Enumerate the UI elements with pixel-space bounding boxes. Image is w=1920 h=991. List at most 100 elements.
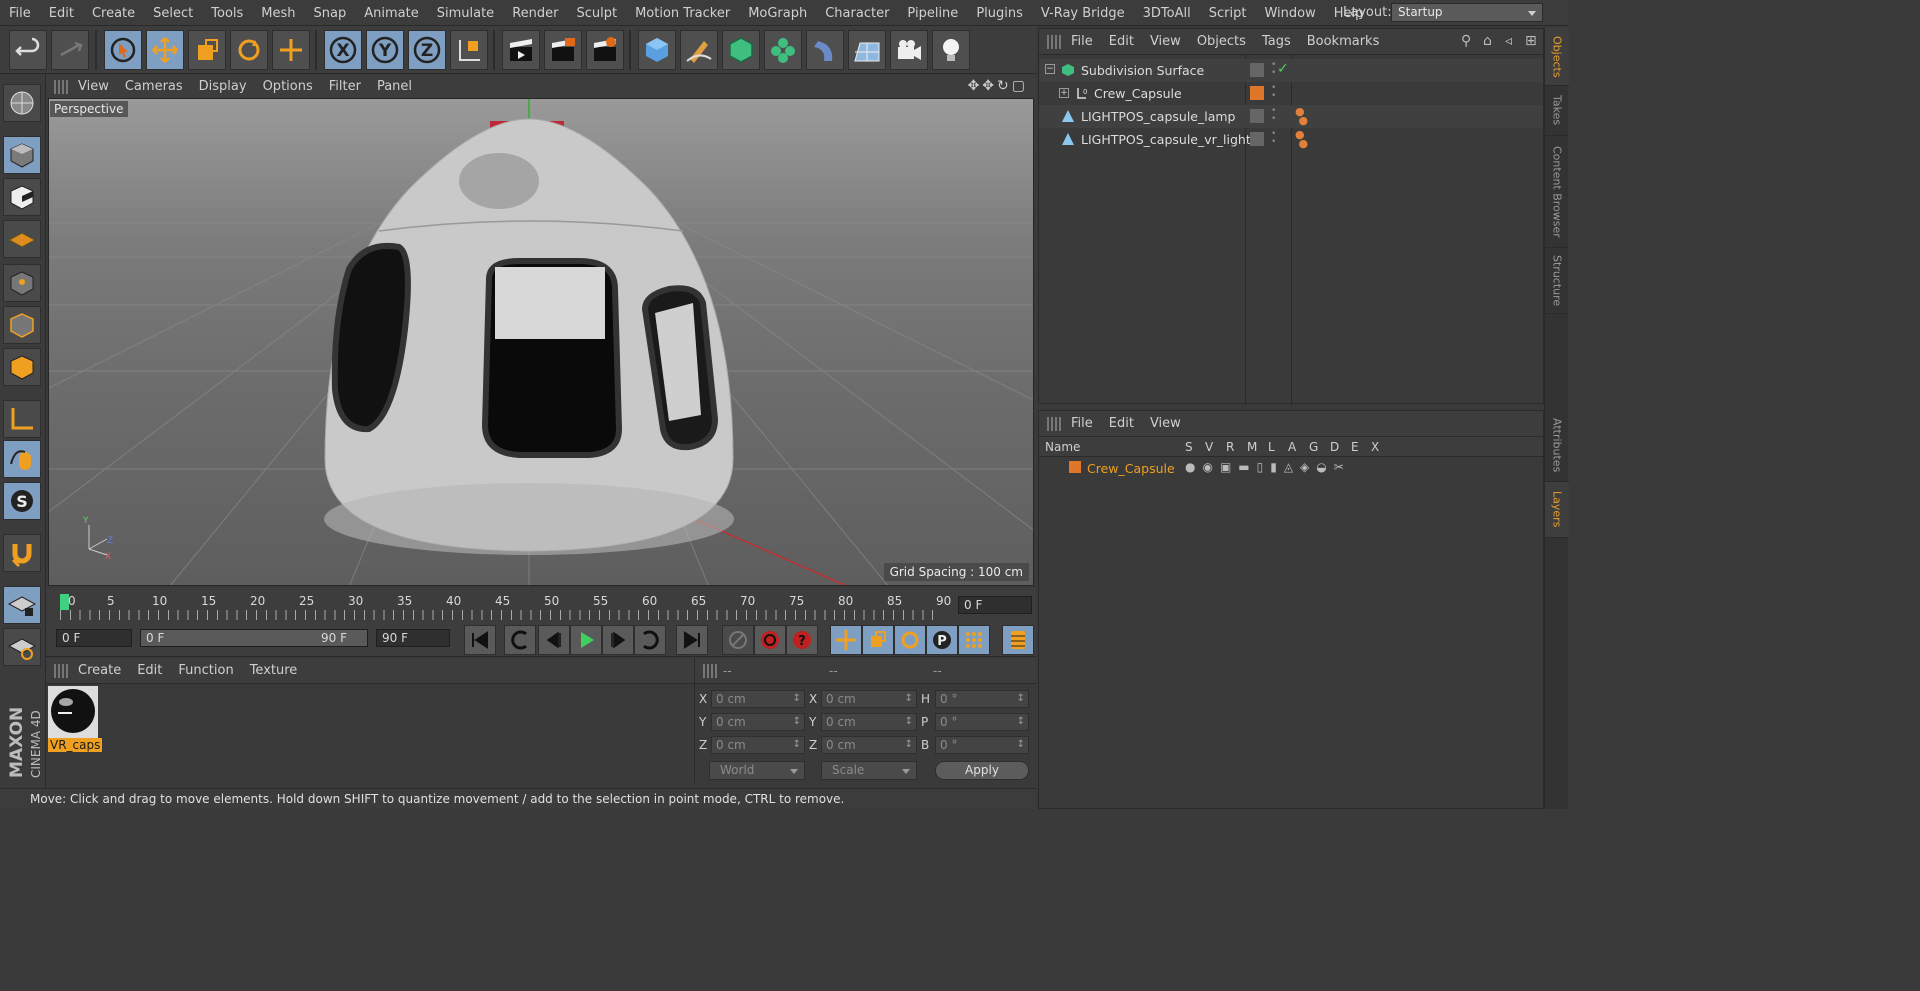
menu-sculpt[interactable]: Sculpt: [567, 6, 626, 21]
layer-toggle-icons[interactable]: ●◉▣▬▯▮◬◈◒✂: [1185, 460, 1351, 474]
layer-name[interactable]: Crew_Capsule: [1087, 461, 1175, 476]
material-menu-create[interactable]: Create: [78, 663, 121, 678]
layers-menu-view[interactable]: View: [1150, 416, 1181, 431]
keyframe-selection-button[interactable]: ?: [786, 625, 818, 655]
key-rotation-button[interactable]: [894, 625, 926, 655]
visibility-dots[interactable]: • •: [1271, 61, 1276, 78]
object-row[interactable]: − Subdivision Surface • • ✓: [1039, 59, 1543, 82]
transform-tool-button[interactable]: [272, 30, 310, 70]
column-locked[interactable]: L: [1268, 440, 1275, 454]
x-axis-button[interactable]: X: [324, 30, 362, 70]
end-frame-field[interactable]: 90 F: [376, 629, 450, 647]
timeline-ruler[interactable]: 0 5 10 15 20 25 30 35 40 45 50 55 60 65 …: [60, 592, 951, 620]
object-row[interactable]: + 0 Crew_Capsule • •: [1039, 82, 1543, 105]
rotation-b-field[interactable]: 0 °: [935, 736, 1029, 754]
model-mode-button[interactable]: [3, 136, 41, 174]
menu-mograph[interactable]: MoGraph: [739, 6, 816, 21]
objects-menu-file[interactable]: File: [1071, 34, 1093, 49]
menu-script[interactable]: Script: [1200, 6, 1256, 21]
menu-plugins[interactable]: Plugins: [967, 6, 1032, 21]
new-panel-icon[interactable]: ⊞: [1525, 33, 1537, 49]
material-menu-edit[interactable]: Edit: [137, 663, 162, 678]
tweak-mode-button[interactable]: [3, 440, 41, 478]
record-key-button[interactable]: [722, 625, 754, 655]
menu-simulate[interactable]: Simulate: [428, 6, 503, 21]
key-parameter-button[interactable]: P: [926, 625, 958, 655]
tab-objects[interactable]: Objects: [1545, 28, 1569, 86]
position-z-field[interactable]: 0 cm: [711, 736, 805, 754]
size-x-field[interactable]: 0 cm: [821, 690, 917, 708]
subdivision-button[interactable]: [722, 30, 760, 70]
menu-character[interactable]: Character: [816, 6, 898, 21]
next-frame-button[interactable]: [602, 625, 634, 655]
column-render[interactable]: R: [1226, 440, 1234, 454]
tag-icon[interactable]: ● ●: [1295, 129, 1308, 149]
menu-3dtoall[interactable]: 3DToAll: [1134, 6, 1200, 21]
tab-attributes[interactable]: Attributes: [1545, 410, 1569, 482]
texture-mode-button[interactable]: [3, 178, 41, 216]
next-key-button[interactable]: [634, 625, 666, 655]
layout-select[interactable]: Startup: [1391, 3, 1543, 22]
play-button[interactable]: [570, 625, 602, 655]
snap-button[interactable]: [3, 534, 41, 572]
render-picture-viewer-button[interactable]: [544, 30, 582, 70]
tab-takes[interactable]: Takes: [1545, 86, 1569, 136]
object-row[interactable]: LIGHTPOS_capsule_vr_light • • ● ●: [1039, 128, 1543, 151]
editor-visibility-icon[interactable]: [1250, 132, 1264, 146]
viewport-menu-options[interactable]: Options: [263, 79, 325, 94]
objects-menu-view[interactable]: View: [1150, 34, 1181, 49]
viewport-menu-cameras[interactable]: Cameras: [125, 79, 195, 94]
layer-row[interactable]: Crew_Capsule ●◉▣▬▯▮◬◈◒✂: [1039, 457, 1543, 480]
tab-structure[interactable]: Structure: [1545, 248, 1569, 314]
goto-start-button[interactable]: [464, 625, 496, 655]
undo-button[interactable]: [9, 30, 47, 70]
scale-tool-button[interactable]: [188, 30, 226, 70]
edges-mode-button[interactable]: [3, 306, 41, 344]
editor-visibility-icon[interactable]: [1250, 63, 1264, 77]
solo-button[interactable]: S: [3, 482, 41, 520]
start-frame-field[interactable]: 0 F: [56, 629, 132, 647]
back-icon[interactable]: ◃: [1505, 33, 1512, 49]
object-row[interactable]: LIGHTPOS_capsule_lamp • • ● ●: [1039, 105, 1543, 128]
objects-menu-bookmarks[interactable]: Bookmarks: [1307, 34, 1380, 49]
prev-key-button[interactable]: [504, 625, 536, 655]
layer-color-icon[interactable]: [1250, 86, 1264, 100]
material-menu-function[interactable]: Function: [178, 663, 233, 678]
menu-mesh[interactable]: Mesh: [252, 6, 304, 21]
floor-button[interactable]: [848, 30, 886, 70]
menu-snap[interactable]: Snap: [305, 6, 356, 21]
coordinate-system-button[interactable]: [450, 30, 488, 70]
z-axis-button[interactable]: Z: [408, 30, 446, 70]
objects-menu-tags[interactable]: Tags: [1262, 34, 1291, 49]
visibility-dots[interactable]: • •: [1271, 84, 1276, 101]
column-manager[interactable]: M: [1247, 440, 1257, 454]
menu-window[interactable]: Window: [1255, 6, 1324, 21]
cloner-button[interactable]: [764, 30, 802, 70]
key-pla-button[interactable]: [958, 625, 990, 655]
menu-tools[interactable]: Tools: [202, 6, 252, 21]
menu-edit[interactable]: Edit: [40, 6, 83, 21]
workplane-snap-button[interactable]: [3, 628, 41, 666]
editor-visibility-icon[interactable]: [1250, 109, 1264, 123]
layer-color-swatch[interactable]: [1069, 461, 1081, 473]
axis-mode-button[interactable]: [3, 400, 41, 438]
key-scale-button[interactable]: [862, 625, 894, 655]
viewport-menu-filter[interactable]: Filter: [329, 79, 373, 94]
timeline[interactable]: 0 5 10 15 20 25 30 35 40 45 50 55 60 65 …: [46, 588, 1036, 622]
material-menu-texture[interactable]: Texture: [250, 663, 298, 678]
perspective-viewport[interactable]: Y Z X Perspective Grid Spacing : 100 cm: [48, 98, 1034, 586]
material-swatch[interactable]: [48, 686, 98, 742]
column-xref[interactable]: X: [1371, 440, 1379, 454]
column-expressions[interactable]: E: [1351, 440, 1359, 454]
column-generators[interactable]: G: [1309, 440, 1318, 454]
objects-menu-edit[interactable]: Edit: [1109, 34, 1134, 49]
menu-file[interactable]: File: [0, 6, 40, 21]
column-solo[interactable]: S: [1185, 440, 1193, 454]
live-selection-button[interactable]: [104, 30, 142, 70]
move-tool-button[interactable]: [146, 30, 184, 70]
home-icon[interactable]: ⌂: [1483, 33, 1492, 49]
autokey-button[interactable]: [754, 625, 786, 655]
deformer-button[interactable]: [806, 30, 844, 70]
tab-layers[interactable]: Layers: [1545, 482, 1569, 538]
workplane-button[interactable]: [3, 220, 41, 258]
